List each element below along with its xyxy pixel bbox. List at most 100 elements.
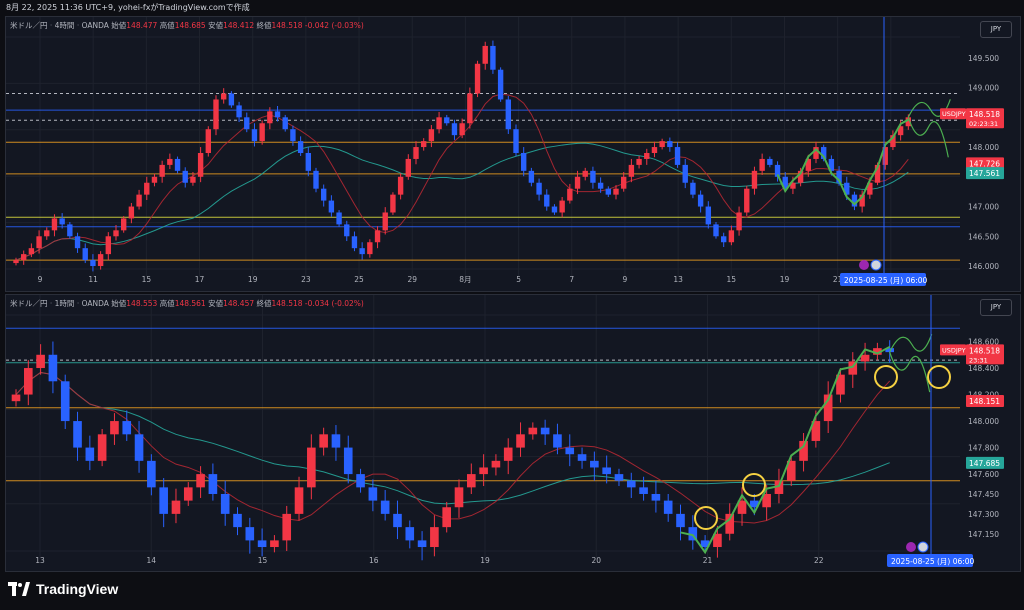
time-axis-tick: 9 bbox=[623, 275, 628, 284]
currency-unit-button[interactable]: JPY bbox=[980, 299, 1012, 316]
candle-body bbox=[197, 153, 204, 177]
candle-body bbox=[236, 105, 242, 118]
candle-body bbox=[860, 354, 870, 362]
candle-body bbox=[536, 182, 542, 195]
price-axis-tick: 148.000 bbox=[968, 417, 999, 426]
candle-body bbox=[190, 176, 196, 183]
symbol-name: 米ドル／円 bbox=[10, 21, 48, 30]
candle-body bbox=[374, 230, 381, 243]
currency-unit-button[interactable]: JPY bbox=[980, 21, 1012, 38]
candle-body bbox=[659, 141, 665, 148]
candle-body bbox=[23, 368, 33, 395]
candle-body bbox=[134, 434, 144, 461]
time-axis-tick: 21 bbox=[703, 556, 713, 565]
candle-body bbox=[513, 129, 519, 153]
price-axis-tick: 147.800 bbox=[968, 444, 999, 453]
time-axis-tick: 23 bbox=[301, 275, 311, 284]
legend-4h: 米ドル／円 · 4時間 · OANDA 始値148.477 高値148.685 … bbox=[10, 21, 364, 30]
current-price-label: 148.518 bbox=[969, 346, 1000, 355]
candle-body bbox=[97, 254, 104, 267]
candle-body bbox=[305, 153, 311, 171]
chart-panel-4h[interactable]: 米ドル／円 · 4時間 · OANDA 始値148.477 高値148.685 … bbox=[5, 16, 1021, 292]
open-label: 始値 bbox=[111, 21, 127, 30]
candle-body bbox=[13, 260, 19, 264]
candle-body bbox=[697, 194, 704, 207]
time-axis-tick: 15 bbox=[142, 275, 152, 284]
time-axis-tick: 19 bbox=[780, 275, 790, 284]
close-label: 終値 bbox=[256, 21, 272, 30]
candle-body bbox=[505, 99, 511, 130]
time-axis-tick: 17 bbox=[195, 275, 205, 284]
candle-body bbox=[336, 212, 342, 225]
candle-body bbox=[382, 212, 388, 231]
candle-body bbox=[60, 381, 70, 422]
candle-body bbox=[251, 129, 258, 142]
level-price-label: 147.726 bbox=[969, 159, 1000, 168]
candle-body bbox=[356, 474, 365, 488]
candle-body bbox=[144, 182, 150, 195]
timeframe: 1時間 bbox=[54, 299, 75, 308]
time-axis-tick: 20 bbox=[591, 556, 601, 565]
time-axis-tick: 8月 bbox=[459, 275, 471, 284]
candle-body bbox=[413, 147, 419, 159]
candle-body bbox=[171, 500, 181, 514]
time-axis-tick: 16 bbox=[369, 556, 379, 565]
candle-body bbox=[67, 224, 73, 237]
time-axis-tick: 14 bbox=[146, 556, 156, 565]
candle-body bbox=[721, 236, 727, 243]
bar-countdown-label: 23:31 bbox=[969, 356, 988, 364]
price-axis-tick: 147.450 bbox=[968, 490, 999, 499]
candle-body bbox=[744, 188, 750, 213]
low-value: 148.457 bbox=[223, 299, 255, 308]
candle-body bbox=[644, 153, 650, 159]
candle-body bbox=[405, 158, 411, 177]
author-note: yohei-fxがTradingView.comで作成 bbox=[118, 3, 250, 12]
candle-body bbox=[183, 487, 193, 501]
legend-1h: 米ドル／円 · 1時間 · OANDA 始値148.553 高値148.561 … bbox=[10, 299, 364, 308]
price-axis-tick: 149.000 bbox=[968, 84, 999, 93]
moving-average-fast bbox=[15, 371, 891, 524]
drawn-trend-path bbox=[680, 345, 891, 555]
candle-body bbox=[73, 421, 82, 448]
candle-body bbox=[307, 447, 316, 488]
candle-body bbox=[397, 176, 404, 195]
candle-body bbox=[36, 354, 45, 369]
candle-body bbox=[725, 513, 735, 534]
candle-body bbox=[490, 45, 496, 70]
candle-body bbox=[331, 434, 341, 448]
tradingview-logo[interactable]: TradingView bbox=[8, 581, 118, 597]
level-price-label: 147.685 bbox=[969, 459, 1000, 468]
candle-body bbox=[565, 447, 575, 455]
bar-countdown-label: 02:23:31 bbox=[969, 120, 998, 128]
candle-body bbox=[544, 194, 550, 207]
candle-body bbox=[528, 427, 538, 435]
candle-body bbox=[479, 467, 488, 475]
candle-body bbox=[228, 93, 235, 106]
price-axis-tick: 147.600 bbox=[968, 470, 999, 479]
candle-body bbox=[751, 170, 758, 189]
candle-body bbox=[516, 434, 525, 448]
data-source: OANDA bbox=[81, 21, 109, 30]
candle-body bbox=[628, 164, 635, 177]
candle-body bbox=[621, 176, 627, 189]
candle-body bbox=[613, 188, 619, 195]
candle-body bbox=[636, 158, 642, 165]
low-label: 安値 bbox=[208, 21, 224, 30]
us-flag-event-icon bbox=[917, 541, 929, 553]
candle-body bbox=[528, 170, 535, 183]
highlight-circle-annotation bbox=[742, 473, 766, 497]
chart-panel-1h[interactable]: 米ドル／円 · 1時間 · OANDA 始値148.553 高値148.561 … bbox=[5, 294, 1021, 572]
candle-body bbox=[421, 141, 427, 148]
candle-body bbox=[297, 141, 304, 153]
candle-body bbox=[444, 117, 450, 124]
candle-body bbox=[59, 218, 65, 225]
us-flag-event-icon bbox=[870, 259, 882, 271]
price-plot-4h[interactable]: 149.500 149.000 148.000 147.000 146.500 146.0… bbox=[6, 17, 1020, 291]
candle-body bbox=[639, 487, 648, 494]
candle-body bbox=[113, 230, 119, 237]
candle-body bbox=[257, 540, 267, 548]
price-plot-1h[interactable]: 148.600148.400148.200148.000147.800147.6… bbox=[6, 295, 1020, 571]
candle-body bbox=[28, 248, 35, 255]
open-value: 148.553 bbox=[126, 299, 158, 308]
candle-body bbox=[367, 242, 373, 255]
